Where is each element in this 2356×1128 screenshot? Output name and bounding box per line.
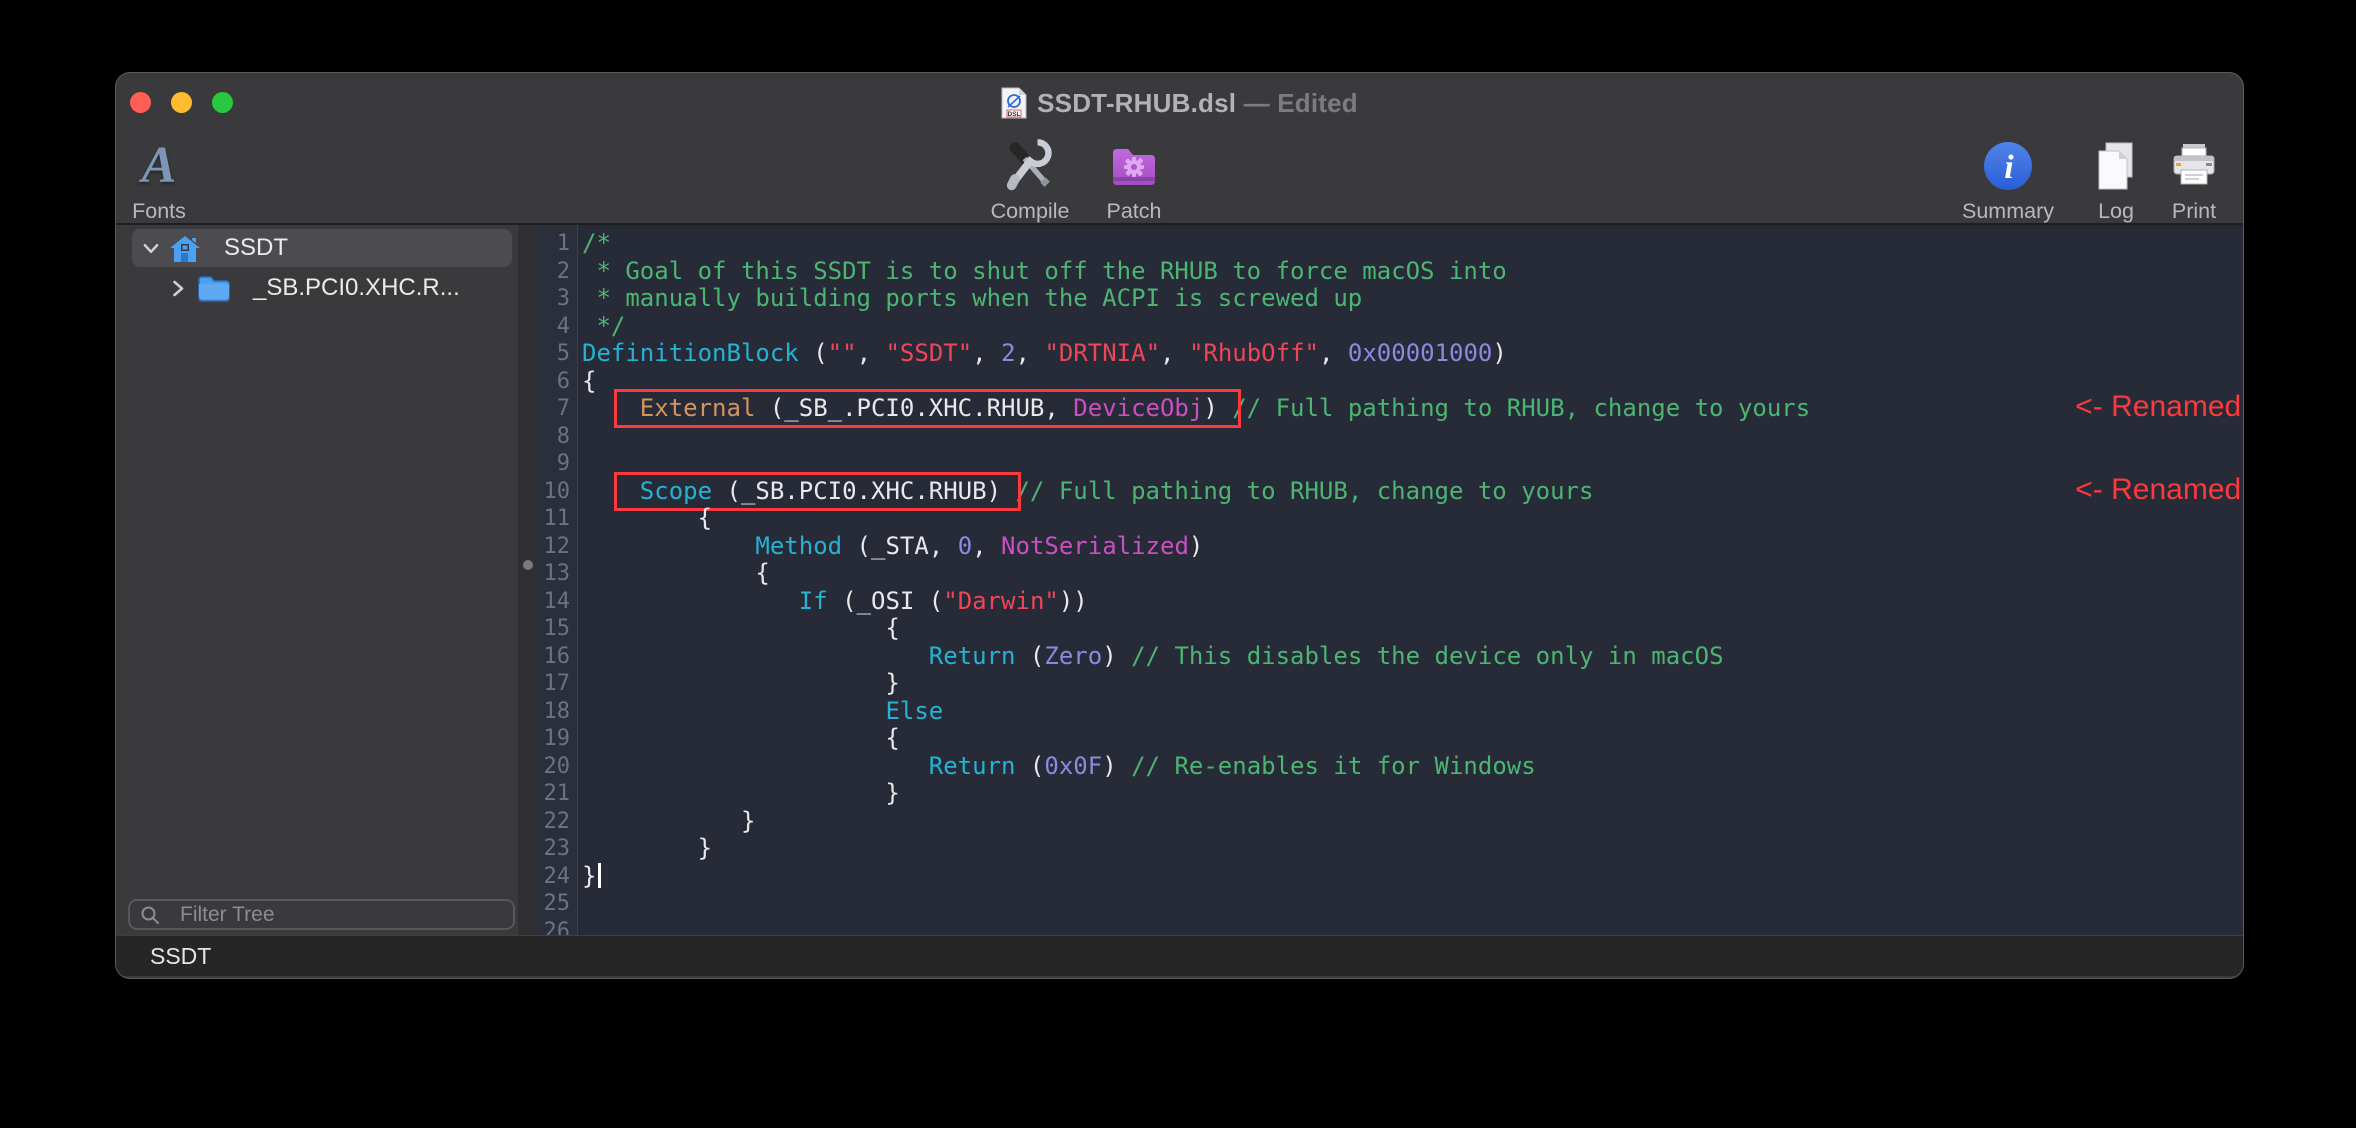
chevron-right-icon[interactable] [172, 281, 188, 295]
line-number: 2 [537, 258, 570, 286]
compile-icon [1002, 135, 1058, 197]
code-line: } [582, 808, 2243, 836]
pane-splitter[interactable] [518, 225, 537, 935]
renamed-annotation: <- Renamed to XHC [2075, 393, 2243, 421]
splitter-handle-icon[interactable] [523, 560, 533, 570]
home-icon [168, 234, 202, 262]
fonts-label: Fonts [132, 199, 186, 224]
toolbar: A Fonts Compile [116, 133, 2243, 225]
tree-row-sb-pci0[interactable]: _SB.PCI0.XHC.R... [116, 268, 518, 308]
line-number: 9 [537, 450, 570, 478]
line-number: 4 [537, 313, 570, 341]
code-line: Method (_STA, 0, NotSerialized) [582, 533, 2243, 561]
maciasl-window: DSL SSDT-RHUB.dsl — Edited A Fonts [116, 73, 2243, 978]
line-number: 24 [537, 863, 570, 891]
print-button[interactable]: Print [2129, 135, 2243, 224]
line-number: 16 [537, 643, 570, 671]
code-line: * manually building ports when the ACPI … [582, 285, 2243, 313]
code-line: } [582, 780, 2243, 808]
code-line: Scope (_SB.PCI0.XHC.RHUB) // Full pathin… [582, 478, 2243, 506]
code-editor[interactable]: /* * Goal of this SSDT is to shut off th… [578, 225, 2243, 935]
line-number: 21 [537, 780, 570, 808]
line-number-gutter: 1234567891011121314151617181920212223242… [537, 225, 578, 935]
code-line: */ [582, 313, 2243, 341]
tree-label-sb-pci0: _SB.PCI0.XHC.R... [253, 274, 460, 302]
line-number: 7 [537, 395, 570, 423]
line-number: 14 [537, 588, 570, 616]
line-number: 13 [537, 560, 570, 588]
summary-label: Summary [1962, 199, 2054, 224]
title-bar[interactable]: DSL SSDT-RHUB.dsl — Edited [116, 73, 2243, 133]
folder-icon [197, 274, 231, 302]
code-line: } [582, 670, 2243, 698]
code-line: { [582, 615, 2243, 643]
fonts-button[interactable]: A Fonts [116, 135, 224, 224]
summary-icon: i [1982, 135, 2034, 197]
status-bar: SSDT [116, 935, 2243, 976]
renamed-annotation: <- Renamed to XHC [2075, 476, 2243, 504]
line-number: 20 [537, 753, 570, 781]
code-line: { [582, 560, 2243, 588]
line-number: 8 [537, 423, 570, 451]
code-line: * Goal of this SSDT is to shut off the R… [582, 258, 2243, 286]
tree-row-ssdt[interactable]: SSDT [116, 228, 518, 268]
patch-button[interactable]: Patch [1069, 135, 1199, 224]
svg-text:DSL: DSL [1008, 111, 1021, 118]
code-line [582, 890, 2243, 918]
line-number: 25 [537, 890, 570, 918]
line-number: 15 [537, 615, 570, 643]
code-line: External (_SB_.PCI0.XHC.RHUB, DeviceObj)… [582, 395, 2243, 423]
window-title: DSL SSDT-RHUB.dsl — Edited [116, 73, 2243, 133]
line-number: 17 [537, 670, 570, 698]
document-icon: DSL [1001, 87, 1027, 119]
code-line: If (_OSI ("Darwin")) [582, 588, 2243, 616]
fonts-icon: A [142, 140, 177, 192]
patch-icon [1108, 135, 1160, 197]
line-number: 10 [537, 478, 570, 506]
print-label: Print [2172, 199, 2216, 224]
window-title-text: SSDT-RHUB.dsl — Edited [1037, 88, 1358, 119]
line-number: 19 [537, 725, 570, 753]
line-number: 22 [537, 808, 570, 836]
filter-placeholder: Filter Tree [180, 903, 275, 927]
code-line: /* [582, 230, 2243, 258]
acpi-tree: SSDT _SB.PCI0.XHC.R... [116, 225, 518, 308]
text-cursor [598, 863, 601, 888]
svg-text:i: i [2004, 149, 2014, 186]
line-number: 5 [537, 340, 570, 368]
line-number: 18 [537, 698, 570, 726]
code-line: { [582, 725, 2243, 753]
code-line: } [582, 835, 2243, 863]
code-line: Return (0x0F) // Re-enables it for Windo… [582, 753, 2243, 781]
code-line: DefinitionBlock ("", "SSDT", 2, "DRTNIA"… [582, 340, 2243, 368]
code-line [582, 918, 2243, 936]
code-line: { [582, 368, 2243, 396]
line-number: 1 [537, 230, 570, 258]
print-icon [2168, 135, 2220, 197]
line-number: 3 [537, 285, 570, 313]
patch-label: Patch [1107, 199, 1162, 224]
chevron-down-icon[interactable] [143, 241, 159, 255]
code-line: Else [582, 698, 2243, 726]
main-content: SSDT _SB.PCI0.XHC.R... [116, 225, 2243, 935]
line-number: 12 [537, 533, 570, 561]
tree-label-ssdt: SSDT [224, 234, 288, 262]
line-number: 26 [537, 918, 570, 936]
code-line [582, 450, 2243, 478]
line-number: 11 [537, 505, 570, 533]
code-line: Return (Zero) // This disables the devic… [582, 643, 2243, 671]
search-icon [140, 905, 160, 925]
filter-tree-input[interactable]: Filter Tree [128, 899, 515, 930]
line-number: 23 [537, 835, 570, 863]
compile-label: Compile [991, 199, 1070, 224]
sidebar-tree-pane: SSDT _SB.PCI0.XHC.R... [116, 225, 518, 935]
code-line: } [582, 863, 2243, 891]
code-line: { [582, 505, 2243, 533]
status-path: SSDT [150, 943, 211, 970]
line-number: 6 [537, 368, 570, 396]
code-line [582, 423, 2243, 451]
